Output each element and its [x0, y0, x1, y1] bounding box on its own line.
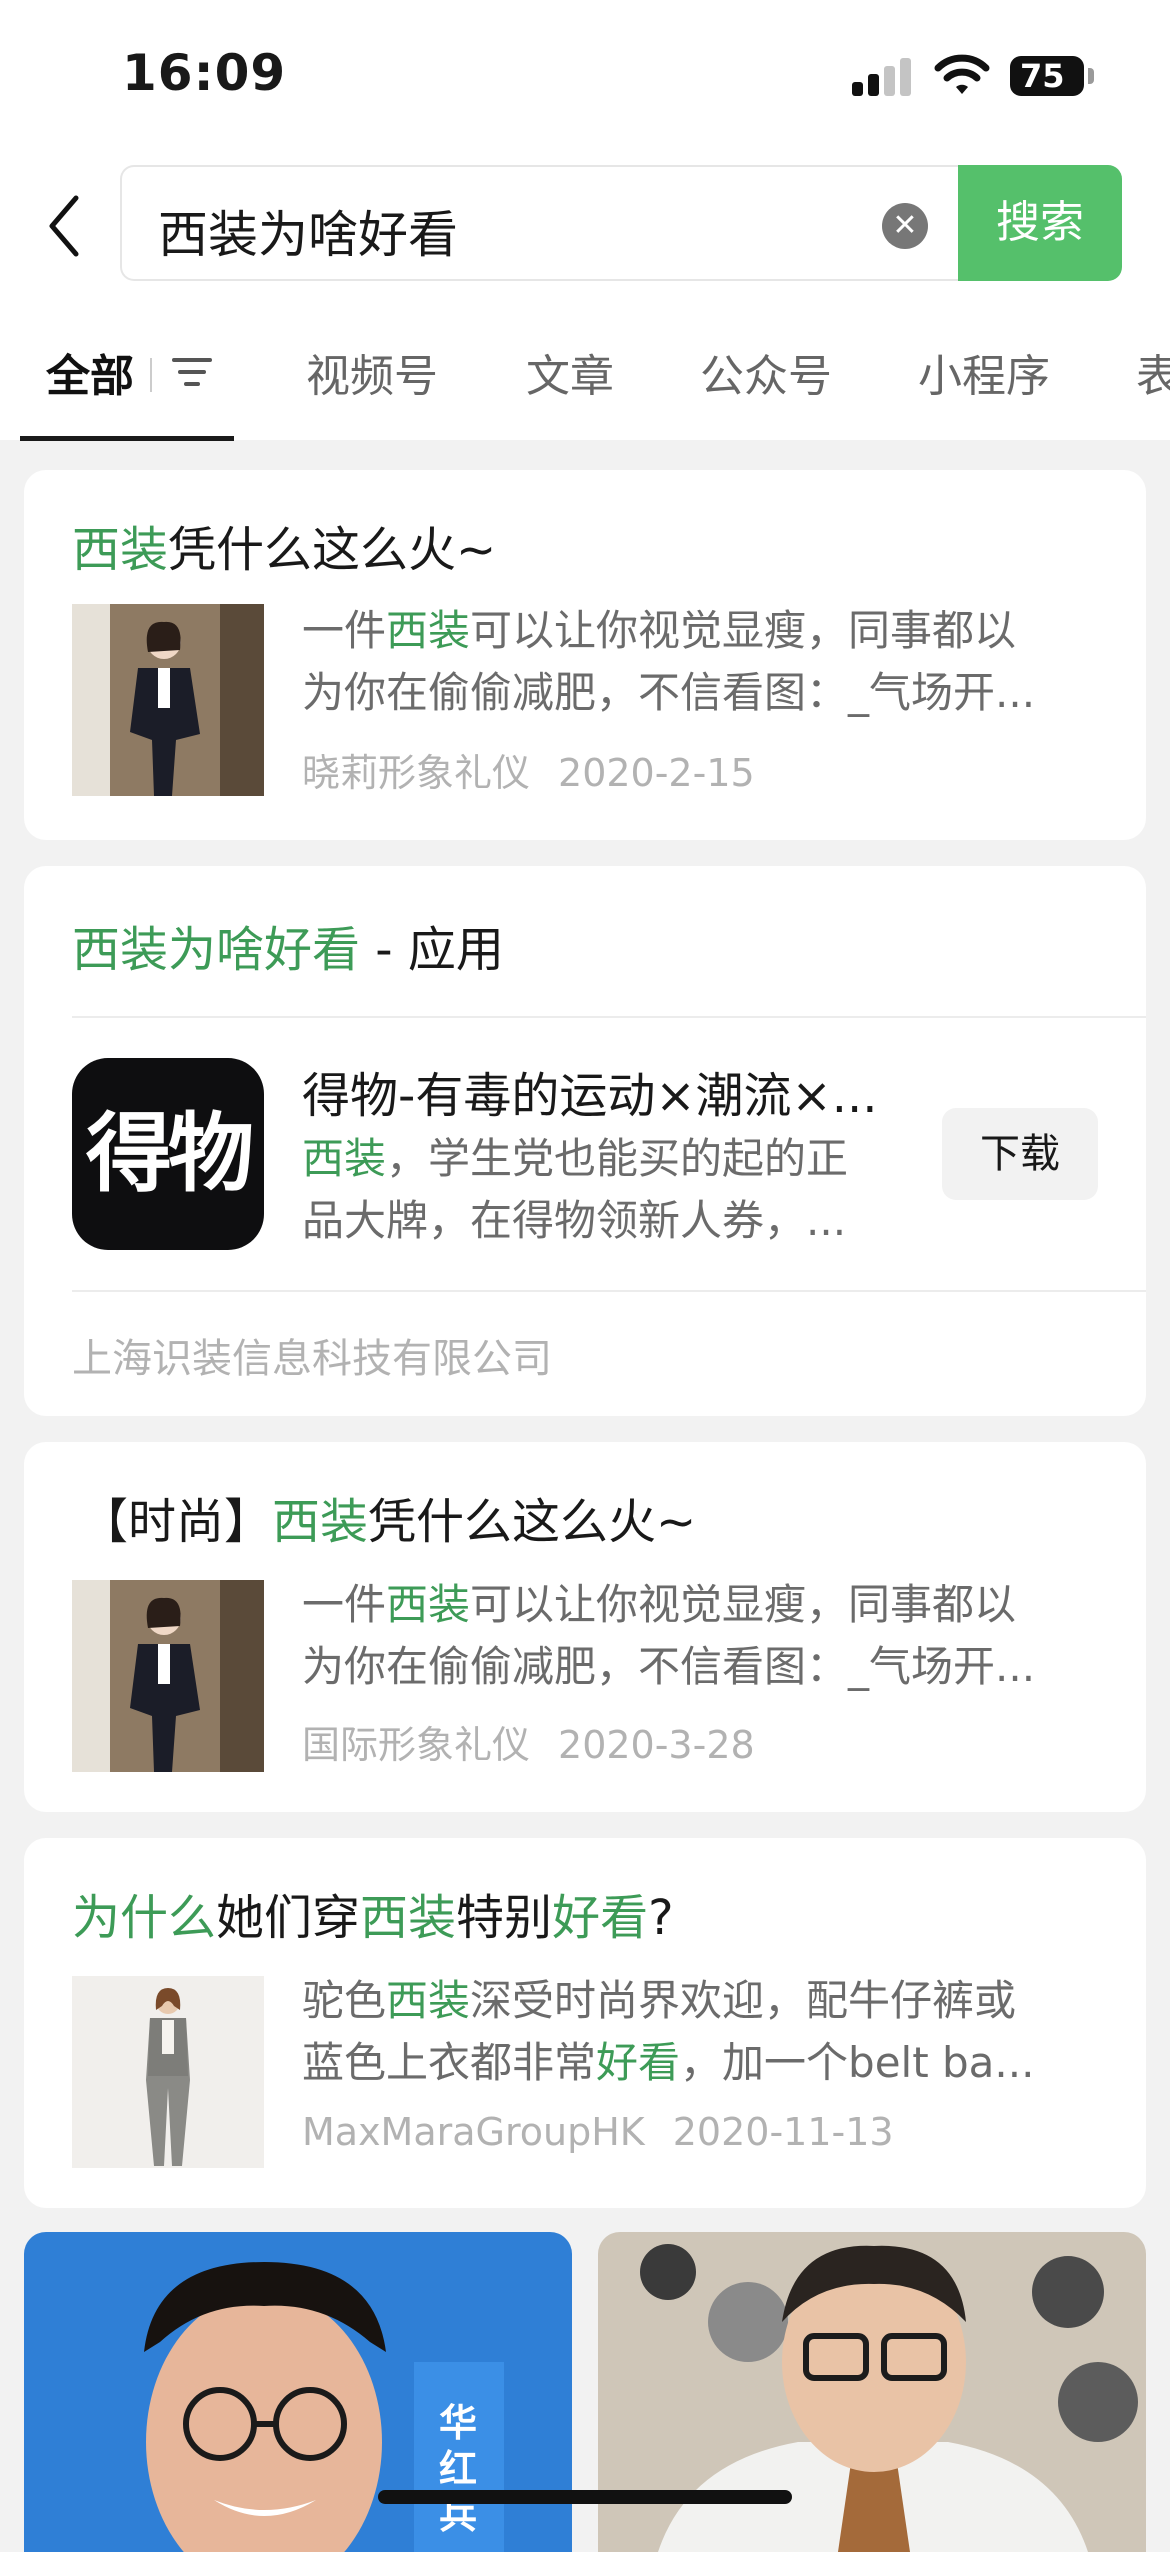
header: 16:09 75 西装为啥好看 ✕ 搜索 全部 视频号 文章 公众号 小程序 表: [0, 0, 1170, 441]
app-description: 西装，学生党也能买的起的正 品大牌，在得物领新人券，...: [302, 1134, 849, 1245]
result-title: 【时尚】西装凭什么这么火~: [80, 1494, 697, 1550]
result-meta: 晓莉形象礼仪 2020-2-15: [302, 742, 755, 797]
tab-more[interactable]: 表: [1136, 340, 1170, 404]
title-highlight: 西装: [72, 522, 169, 578]
result-date: 2020-3-28: [558, 1723, 755, 1767]
result-meta: MaxMaraGroupHK 2020-11-13: [302, 2110, 894, 2154]
filter-tabs: 全部 视频号 文章 公众号 小程序 表: [0, 330, 1170, 441]
wifi-icon: [934, 54, 990, 94]
result-card-article-1[interactable]: 西装凭什么这么火~ 一件西装可以让你视觉显瘦，同事都以 为你在偷偷减肥，不信看图…: [24, 470, 1146, 840]
clear-icon[interactable]: ✕: [882, 203, 928, 249]
back-icon[interactable]: [40, 190, 96, 262]
home-indicator: [378, 2490, 792, 2504]
result-meta: 国际形象礼仪 2020-3-28: [302, 1714, 755, 1769]
result-card-app: 西装为啥好看 - 应用 得物 得物-有毒的运动×潮流×... 西装，学生党也能买…: [24, 866, 1146, 1416]
result-snippet: 一件西装可以让你视觉显瘦，同事都以 为你在偷偷减肥，不信看图：_气场开...: [302, 606, 1036, 717]
result-card-article-2[interactable]: 【时尚】西装凭什么这么火~ 一件西装可以让你视觉显瘦，同事都以 为你在偷偷减肥，…: [24, 1442, 1146, 1812]
result-thumbnail: [72, 1580, 264, 1772]
tab-divider: [150, 358, 152, 392]
result-source: 国际形象礼仪: [302, 1723, 531, 1767]
tab-mini-programs[interactable]: 小程序: [918, 340, 1050, 404]
divider: [72, 1290, 1146, 1292]
result-date: 2020-11-13: [672, 2110, 894, 2154]
result-snippet: 驼色西装深受时尚界欢迎，配牛仔裤或 蓝色上衣都非常好看，加一个belt ba..…: [302, 1976, 1035, 2087]
title-text: 凭什么这么火~: [168, 522, 497, 578]
video-card-1[interactable]: 华红兵: [24, 2232, 572, 2552]
result-date: 2020-2-15: [558, 751, 755, 795]
result-snippet: 一件西装可以让你视觉显瘦，同事都以 为你在偷偷减肥，不信看图：_气场开...: [302, 1580, 1036, 1691]
result-card-article-3[interactable]: 为什么她们穿西装特别好看? 驼色西装深受时尚界欢迎，配牛仔裤或 蓝色上衣都非常好…: [24, 1838, 1146, 2208]
app-logo-icon[interactable]: 得物: [72, 1058, 264, 1250]
battery-icon: 75: [1010, 56, 1084, 96]
active-tab-indicator: [20, 436, 234, 441]
battery-cap: [1088, 68, 1094, 84]
download-button[interactable]: 下载: [942, 1108, 1098, 1200]
result-source: MaxMaraGroupHK: [302, 2110, 645, 2154]
signal-icon: [852, 56, 912, 96]
app-name[interactable]: 得物-有毒的运动×潮流×...: [302, 1056, 878, 1126]
app-company: 上海识装信息科技有限公司: [72, 1336, 552, 1382]
tab-articles[interactable]: 文章: [526, 340, 614, 404]
result-title: 西装凭什么这么火~: [72, 510, 496, 580]
result-thumbnail: [72, 604, 264, 796]
search-button[interactable]: 搜索: [958, 165, 1122, 281]
filter-icon[interactable]: [170, 352, 214, 392]
status-bar: 16:09 75: [0, 0, 1170, 150]
search-query: 西装为啥好看: [158, 206, 458, 264]
video-overlay-text: 华红兵: [438, 2401, 477, 2537]
status-time: 16:09: [122, 44, 287, 102]
video-card-2[interactable]: [598, 2232, 1146, 2552]
tab-official-accounts[interactable]: 公众号: [700, 340, 832, 404]
app-section-heading: 西装为啥好看 - 应用: [72, 922, 504, 978]
result-thumbnail: [72, 1976, 264, 2168]
result-title: 为什么她们穿西装特别好看?: [72, 1890, 674, 1946]
search-input[interactable]: 西装为啥好看 ✕: [120, 165, 958, 281]
result-source: 晓莉形象礼仪: [302, 751, 531, 795]
tab-channels[interactable]: 视频号: [306, 340, 438, 404]
tab-all[interactable]: 全部: [46, 340, 134, 404]
divider: [72, 1016, 1146, 1018]
